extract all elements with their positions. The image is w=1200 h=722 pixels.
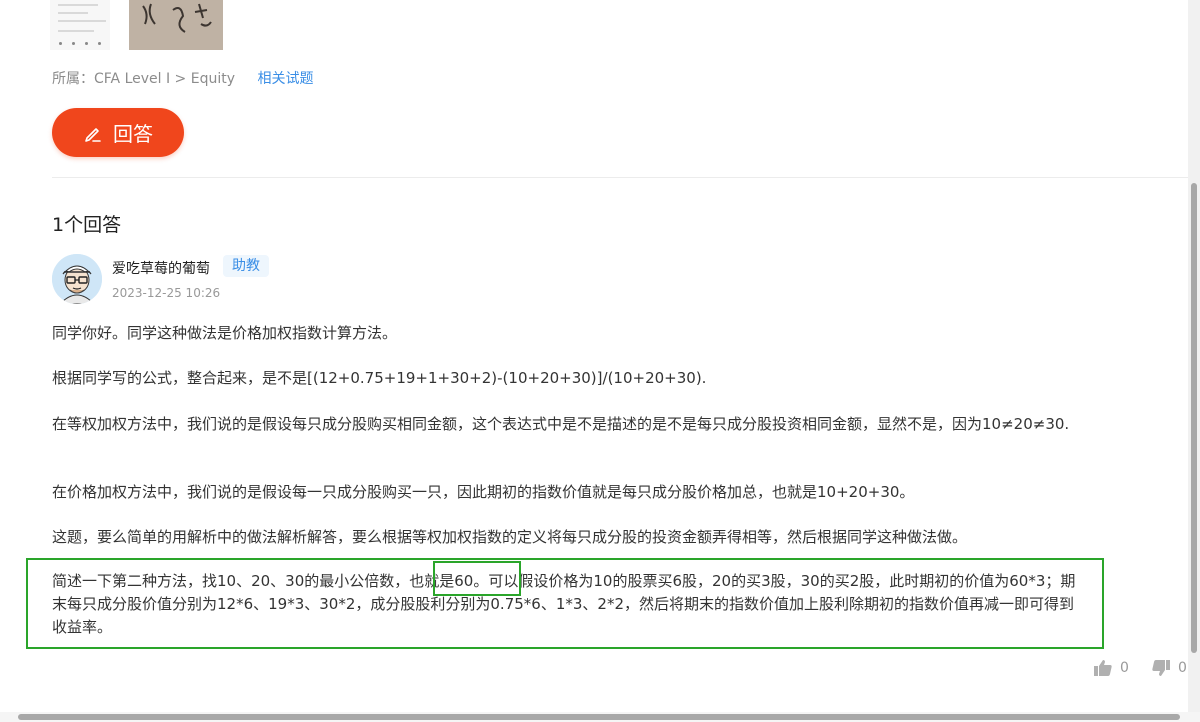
answer-paragraph: 这题，要么简单的用解析中的做法解析解答，要么根据等权加权指数的定义将每只成分股的…: [52, 528, 968, 546]
answer-timestamp: 2023-12-25 10:26: [112, 286, 221, 300]
attachment-screenshot-thumbnail[interactable]: [50, 0, 110, 50]
like-button[interactable]: 0: [1094, 660, 1129, 676]
horizontal-scrollbar[interactable]: [0, 712, 1200, 722]
related-questions-link[interactable]: 相关试题: [257, 71, 313, 87]
answer-paragraph: 根据同学写的公式，整合起来，是不是[(12+0.75+19+1+30+2)-(1…: [52, 369, 707, 387]
question-category: 所属：CFA Level I > Equity 相关试题: [52, 68, 313, 88]
answer-button-label: 回答: [113, 122, 153, 146]
teaching-assistant-badge: 助教: [223, 255, 269, 277]
thumbs-up-icon: [1094, 660, 1112, 676]
like-count: 0: [1120, 660, 1129, 676]
answer-button[interactable]: 回答: [52, 108, 184, 157]
answer-paragraph: 在价格加权方法中，我们说的是假设每一只成分股购买一只，因此期初的指数价值就是每只…: [52, 483, 915, 501]
pencil-icon: [83, 123, 103, 143]
attachment-handwriting-thumbnail[interactable]: [129, 0, 223, 50]
vertical-scrollbar-thumb[interactable]: [1191, 183, 1197, 653]
answers-count-heading: 1个回答: [52, 214, 122, 236]
dislike-count: 0: [1178, 660, 1187, 676]
answer-author-name[interactable]: 爱吃草莓的葡萄: [112, 258, 210, 278]
highlight-box-keyword: [433, 561, 521, 596]
horizontal-scrollbar-thumb[interactable]: [18, 714, 1180, 720]
dislike-button[interactable]: 0: [1152, 660, 1187, 676]
category-path: 所属：CFA Level I > Equity: [52, 71, 236, 87]
question-page: 所属：CFA Level I > Equity 相关试题 回答 1个回答 爱吃草…: [0, 0, 1200, 722]
user-avatar[interactable]: [52, 254, 102, 304]
highlight-box-paragraph: [26, 558, 1104, 649]
answer-paragraph: 同学你好。同学这种做法是价格加权指数计算方法。: [52, 324, 398, 342]
answer-paragraph: 在等权加权方法中，我们说的是假设每只成分股购买相同金额，这个表达式中是不是描述的…: [52, 415, 1070, 433]
section-divider: [52, 177, 1188, 178]
thumbs-down-icon: [1152, 660, 1170, 676]
vertical-scrollbar[interactable]: [1188, 0, 1200, 722]
